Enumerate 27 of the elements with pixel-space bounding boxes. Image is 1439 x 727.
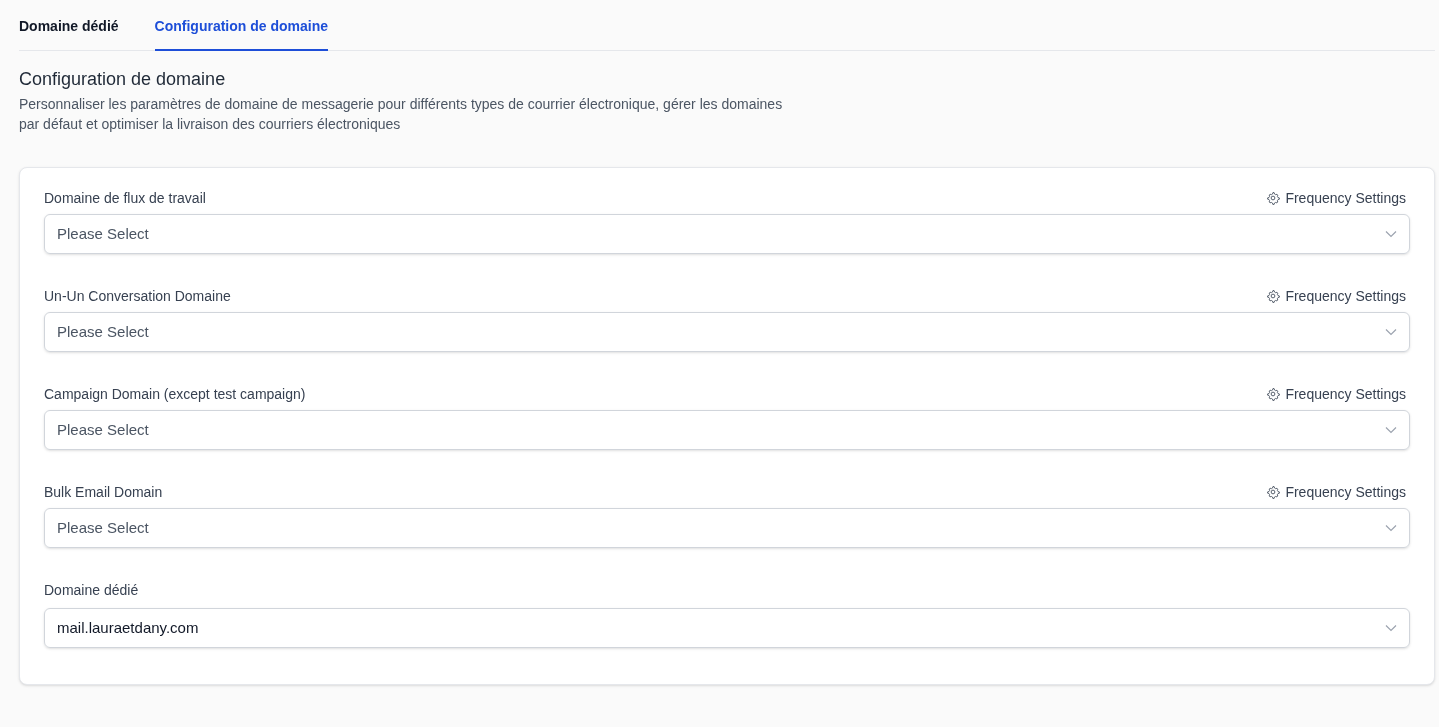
chevron-down-icon bbox=[1385, 328, 1397, 336]
frequency-settings-link[interactable]: Frequency Settings bbox=[1266, 187, 1406, 209]
select-field[interactable]: mail.lauraetdany.com bbox=[44, 608, 1410, 648]
frequency-settings-link[interactable]: Frequency Settings bbox=[1266, 285, 1406, 307]
page-title: Configuration de domaine bbox=[19, 68, 227, 91]
chevron-down-icon bbox=[1385, 624, 1397, 632]
field-label: Domaine dédié bbox=[44, 580, 139, 600]
select-field[interactable]: Please Select bbox=[44, 312, 1410, 352]
select-field[interactable]: Please Select bbox=[44, 410, 1410, 450]
settings-icon bbox=[1266, 387, 1281, 401]
field-label: Bulk Email Domain bbox=[44, 482, 163, 502]
select-field[interactable]: Please Select bbox=[44, 508, 1410, 548]
tab[interactable]: Domaine dédié bbox=[19, 14, 119, 51]
frequency-settings-link[interactable]: Frequency Settings bbox=[1266, 383, 1406, 405]
field-label: Domaine de flux de travail bbox=[44, 188, 206, 208]
chevron-down-icon bbox=[1385, 426, 1397, 434]
settings-icon bbox=[1266, 289, 1281, 303]
tab[interactable]: Configuration de domaine bbox=[154, 14, 329, 51]
select-field[interactable]: Please Select bbox=[44, 214, 1410, 254]
chevron-down-icon bbox=[1385, 230, 1397, 238]
settings-icon bbox=[1266, 191, 1281, 205]
field-label: Campaign Domain (except test campaign) bbox=[44, 384, 306, 404]
field-label: Un-Un Conversation Domaine bbox=[44, 286, 231, 306]
page-description: Personnaliser les paramètres de domaine de messagerie pour différents types de courrier électronique, gérer les domaines par défaut et optimiser la livraison des courriers électroniques bbox=[19, 95, 784, 134]
settings-icon bbox=[1266, 485, 1281, 499]
chevron-down-icon bbox=[1385, 524, 1397, 532]
frequency-settings-link[interactable]: Frequency Settings bbox=[1266, 481, 1406, 503]
